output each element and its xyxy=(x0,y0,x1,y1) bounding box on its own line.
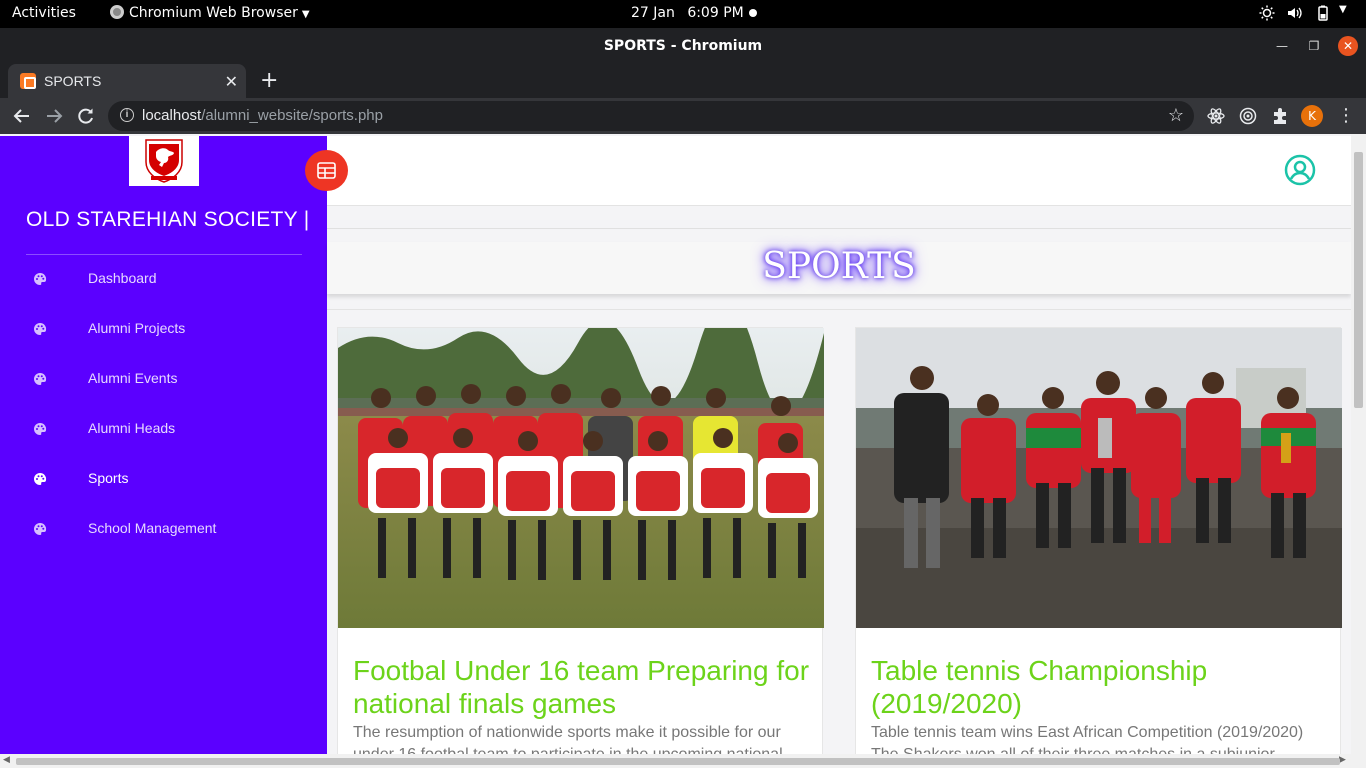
divider xyxy=(327,228,1351,229)
url-path: /alumni_website/sports.php xyxy=(201,107,383,124)
school-logo[interactable] xyxy=(129,136,199,186)
forward-icon[interactable] xyxy=(44,106,64,126)
sidebar-item-label: Alumni Projects xyxy=(88,320,186,336)
extension-target-icon[interactable] xyxy=(1238,106,1258,126)
horizontal-scrollbar-thumb[interactable] xyxy=(16,758,1340,765)
palette-icon xyxy=(34,472,47,485)
notification-dot-icon xyxy=(749,9,757,17)
sidebar: OLD STAREHIAN SOCIETY | Dashboard Alumni… xyxy=(0,136,327,768)
sidebar-item-label: School Management xyxy=(88,520,217,536)
sports-card[interactable]: Table tennis Championship (2019/2020) Ta… xyxy=(855,327,1342,768)
tab-sports[interactable]: SPORTS ✕ xyxy=(8,64,246,98)
palette-icon xyxy=(34,422,47,435)
back-icon[interactable] xyxy=(12,106,32,126)
sidebar-item-label: Alumni Events xyxy=(88,370,178,386)
sidebar-item-alumni-heads[interactable]: Alumni Heads xyxy=(0,410,327,450)
xampp-favicon-icon xyxy=(20,73,36,89)
date-text: 27 Jan xyxy=(631,5,675,21)
sidebar-divider xyxy=(26,254,302,255)
battery-icon[interactable] xyxy=(1315,5,1331,21)
tab-label: SPORTS xyxy=(44,73,102,89)
os-top-bar: Activities Chromium Web Browser ▼ 27 Jan … xyxy=(0,0,1366,28)
extensions-puzzle-icon[interactable] xyxy=(1270,106,1290,126)
chromium-app-icon xyxy=(110,5,124,19)
url-host: localhost xyxy=(142,107,202,124)
vertical-scrollbar-thumb[interactable] xyxy=(1354,152,1363,408)
sidebar-item-label: Dashboard xyxy=(88,270,157,286)
clock[interactable]: 27 Jan 6:09 PM xyxy=(631,5,744,21)
sidebar-item-label: Alumni Heads xyxy=(88,420,176,436)
react-devtools-icon[interactable] xyxy=(1206,106,1226,126)
football-team-photo xyxy=(338,328,824,628)
sidebar-item-school-management[interactable]: School Management xyxy=(0,510,327,550)
reload-icon[interactable] xyxy=(76,106,96,126)
palette-icon xyxy=(34,372,47,385)
window-title-bar: SPORTS - Chromium — ❐ ✕ xyxy=(0,28,1366,64)
scroll-right-icon[interactable]: ▶ xyxy=(1339,755,1346,765)
sidebar-brand[interactable]: OLD STAREHIAN SOCIETY | xyxy=(26,208,309,232)
card-title[interactable]: Footbal Under 16 team Preparing for nati… xyxy=(353,654,813,720)
profile-avatar[interactable]: K xyxy=(1301,105,1323,127)
sidebar-item-label: Sports xyxy=(88,470,129,486)
maximize-icon[interactable]: ❐ xyxy=(1304,36,1324,56)
browser-toolbar: i localhost/alumni_website/sports.php ☆ … xyxy=(0,98,1366,134)
app-menu-label: Chromium Web Browser xyxy=(129,5,298,21)
site-info-icon[interactable]: i xyxy=(120,108,134,122)
system-menu-arrow-icon[interactable]: ▼ xyxy=(1339,4,1347,15)
brightness-icon[interactable] xyxy=(1259,5,1275,21)
bookmark-star-icon[interactable]: ☆ xyxy=(1168,105,1184,126)
palette-icon xyxy=(34,522,47,535)
dropdown-arrow-icon: ▼ xyxy=(301,9,310,20)
close-tab-icon[interactable]: ✕ xyxy=(225,72,238,92)
browser-menu-icon[interactable]: ⋮ xyxy=(1336,106,1356,126)
sports-card[interactable]: Footbal Under 16 team Preparing for nati… xyxy=(337,327,824,768)
sidebar-item-sports[interactable]: Sports xyxy=(0,460,327,500)
url-text: localhost/alumni_website/sports.php xyxy=(142,107,383,124)
page-title: SPORTS xyxy=(762,246,916,287)
palette-icon xyxy=(34,272,47,285)
sidebar-toggle-button[interactable] xyxy=(305,150,348,191)
sidebar-item-alumni-projects[interactable]: Alumni Projects xyxy=(0,310,327,350)
minimize-icon[interactable]: — xyxy=(1272,36,1292,56)
app-menu[interactable]: Chromium Web Browser ▼ xyxy=(110,5,310,21)
card-title[interactable]: Table tennis Championship (2019/2020) xyxy=(871,654,1331,720)
sidebar-item-alumni-events[interactable]: Alumni Events xyxy=(0,360,327,400)
activities-button[interactable]: Activities xyxy=(12,5,76,21)
menu-icon xyxy=(317,162,336,179)
table-tennis-team-photo xyxy=(856,328,1342,628)
user-account-icon[interactable] xyxy=(1284,154,1316,186)
scroll-left-icon[interactable]: ◀ xyxy=(3,755,10,765)
divider xyxy=(327,309,1351,310)
palette-icon xyxy=(34,322,47,335)
sidebar-item-dashboard[interactable]: Dashboard xyxy=(0,260,327,300)
tab-strip: SPORTS ✕ + xyxy=(0,64,1366,98)
close-window-icon[interactable]: ✕ xyxy=(1338,36,1358,56)
page-header xyxy=(327,136,1351,206)
address-bar[interactable]: i localhost/alumni_website/sports.php ☆ xyxy=(108,101,1194,131)
new-tab-icon[interactable]: + xyxy=(260,68,278,93)
window-title: SPORTS - Chromium xyxy=(603,38,763,54)
time-text: 6:09 PM xyxy=(687,5,744,21)
page-viewport: OLD STAREHIAN SOCIETY | Dashboard Alumni… xyxy=(0,134,1366,768)
volume-icon[interactable] xyxy=(1287,5,1303,21)
